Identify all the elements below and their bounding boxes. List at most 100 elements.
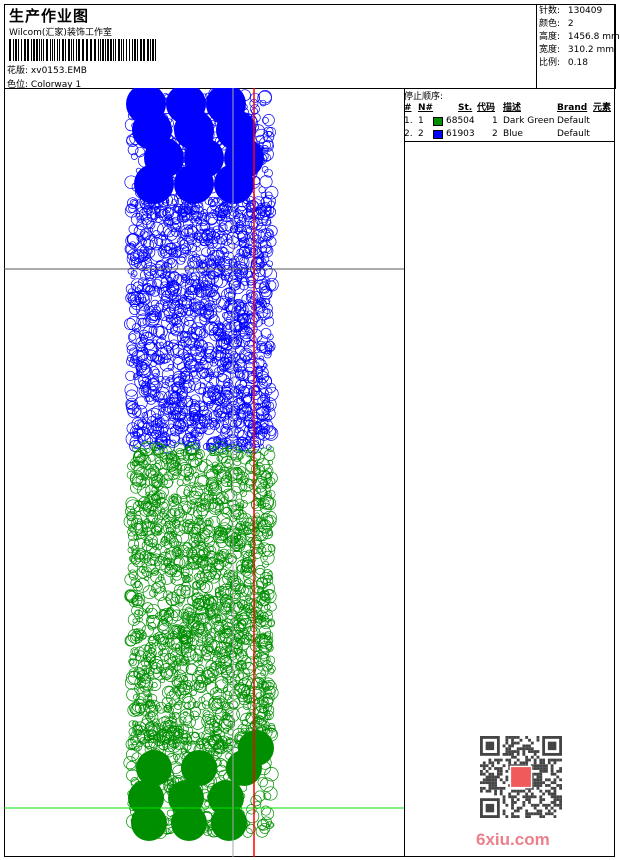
qr-module (516, 758, 520, 762)
qr-module (533, 778, 537, 782)
barcode-bar (155, 39, 156, 61)
qr-module (491, 778, 495, 782)
info-label: 颜色: (539, 19, 561, 29)
qr-module (533, 772, 537, 776)
qr-module (553, 761, 557, 765)
barcode-bar (113, 39, 114, 61)
row-code: 2 (492, 129, 498, 139)
qr-module (542, 792, 546, 796)
stitch-loop (148, 739, 158, 749)
qr-module (542, 815, 546, 818)
qr-module (516, 798, 520, 802)
table-row: 1. 1 68504 1 Dark Green Default (404, 115, 615, 128)
qr-finder (547, 741, 557, 751)
row-desc: Dark Green (503, 116, 555, 126)
barcode-bar (100, 39, 101, 61)
stitch-loop (259, 175, 273, 189)
stitch-loop (207, 608, 214, 615)
qr-module (539, 812, 543, 816)
qr-module (499, 778, 503, 782)
qr-module (516, 752, 520, 756)
company-name: Wilcom(汇家)装饰工作室 (9, 28, 112, 38)
barcode-bar (15, 39, 17, 61)
row-desc: Blue (503, 129, 523, 139)
qr-module (511, 736, 514, 739)
qr-module (482, 764, 486, 768)
qr-module (525, 798, 529, 802)
info-value: 1456.8 mm (567, 32, 620, 42)
qr-module (505, 750, 509, 753)
qr-module (553, 786, 557, 790)
qr-module (545, 784, 548, 787)
info-height: 高度: 1456.8 mm (539, 31, 620, 44)
info-value: 0.18 (567, 58, 588, 68)
qr-module (536, 809, 540, 813)
stitch-loop (196, 461, 208, 473)
qr-module (494, 767, 497, 770)
qr-module (539, 769, 543, 773)
barcode-bar (68, 39, 70, 61)
stitch-loop (125, 496, 139, 510)
qr-module (528, 812, 531, 816)
qr-module (536, 767, 540, 770)
qr-module (525, 758, 529, 762)
qr-module (525, 747, 529, 751)
row-needle: 2 (418, 129, 424, 139)
barcode (9, 39, 157, 61)
qr-module (488, 761, 492, 765)
qr-module (536, 736, 540, 739)
qr-module (513, 795, 517, 799)
qr-module (502, 764, 506, 768)
qr-module (542, 769, 546, 773)
qr-module (482, 767, 486, 770)
qr-module (505, 741, 509, 745)
table-row: 2. 2 61903 2 Blue Default (404, 128, 615, 141)
qr-module (525, 815, 529, 818)
qr-module (533, 764, 537, 768)
qr-module (559, 767, 562, 770)
qr-module (505, 803, 509, 807)
table-header: # N# St. 代码 描述 Brand 元素 (404, 102, 615, 115)
barcode-bar (129, 39, 130, 61)
qr-module (528, 758, 531, 762)
stitch-loop (203, 320, 218, 336)
qr-module (539, 815, 543, 818)
qr-module (559, 803, 562, 807)
qr-module (491, 772, 495, 776)
qr-module (533, 803, 537, 807)
qr-module (528, 747, 531, 751)
qr-module (547, 812, 551, 816)
qr-module (502, 752, 506, 756)
qr-module (530, 812, 534, 816)
qr-module (496, 761, 500, 765)
qr-module (528, 801, 531, 804)
qr-module (496, 786, 500, 790)
stitch-loop (196, 452, 204, 460)
qr-module (525, 761, 529, 765)
barcode-bar (94, 39, 96, 61)
stitch-loop (138, 291, 150, 303)
qr-module (491, 784, 495, 787)
qr-module (525, 795, 529, 799)
qr-module (496, 769, 500, 773)
qr-module (539, 789, 543, 793)
green-motif (131, 805, 167, 841)
barcode-bar (152, 39, 154, 61)
qr-module (502, 786, 506, 790)
qr-module (519, 761, 523, 765)
row-index: 2. (404, 129, 413, 139)
stitch-loop (155, 325, 168, 339)
row-code: 1 (492, 116, 498, 126)
qr-module (556, 769, 560, 773)
qr-module (502, 809, 506, 813)
qr-module (519, 747, 523, 751)
col-needle: N# (418, 103, 434, 113)
barcode-bar (150, 39, 151, 61)
qr-module (545, 778, 548, 782)
qr-module (511, 741, 514, 745)
qr-module (480, 786, 483, 790)
qr-module (556, 803, 560, 807)
qr-module (533, 784, 537, 787)
qr-module (550, 772, 554, 776)
stitch-loop (266, 280, 277, 291)
